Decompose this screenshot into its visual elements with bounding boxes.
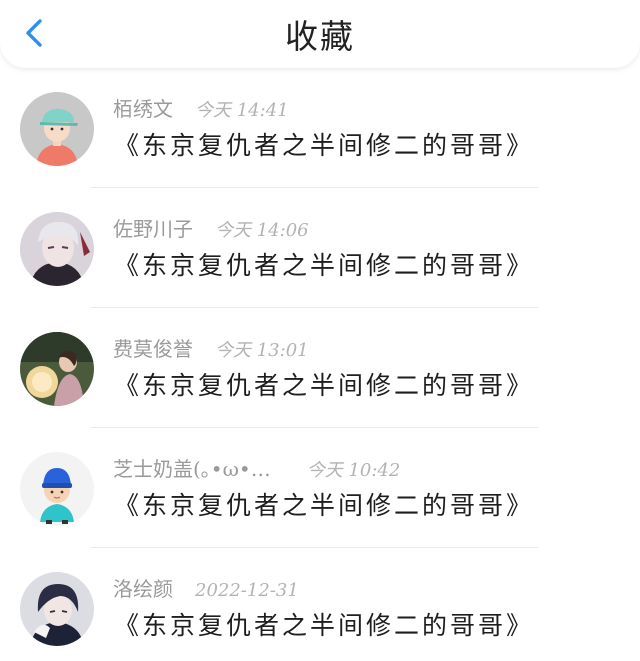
avatar[interactable] [20,572,94,646]
avatar-cartoon-cap-image [20,92,94,166]
book-title[interactable]: 《东京复仇者之半间修二的哥哥》 [114,246,534,282]
avatar[interactable] [20,212,94,286]
user-name[interactable]: 栢绣文 [113,93,173,122]
book-title[interactable]: 《东京复仇者之半间修二的哥哥》 [114,606,534,642]
timestamp: 今天 10:42 [306,460,401,481]
timestamp: 今天 13:01 [215,340,309,361]
item-meta: 佐野川子 今天 14:06 [113,213,309,242]
user-name[interactable]: 佐野川子 [113,213,193,242]
top-bar: 收藏 [0,0,640,68]
book-title[interactable]: 《东京复仇者之半间修二的哥哥》 [114,126,534,162]
timestamp: 2022-12-31 [195,580,299,601]
avatar-anime-white-hair-image [20,212,94,286]
timestamp: 今天 14:06 [215,220,309,241]
avatar-photo-lantern-image [20,332,94,406]
list-item[interactable]: 佐野川子 今天 14:06 《东京复仇者之半间修二的哥哥》 [0,188,640,308]
user-name[interactable]: 费莫俊誉 [113,333,193,362]
avatar-anime-dark-hair-image [20,572,94,646]
avatar[interactable] [20,92,94,166]
list-item[interactable]: 芝士奶盖(｡•ω•… 今天 10:42 《东京复仇者之半间修二的哥哥》 [0,428,640,548]
book-title[interactable]: 《东京复仇者之半间修二的哥哥》 [114,366,534,402]
favorites-page: 收藏 栢绣文 今天 14:41 《东京复仇者之半间修二的哥哥》 佐野川子 今天 … [0,0,640,661]
user-name[interactable]: 洛绘颜 [113,573,173,602]
item-meta: 芝士奶盖(｡•ω•… 今天 10:42 [113,453,400,482]
avatar[interactable] [20,332,94,406]
page-title: 收藏 [285,17,355,56]
user-name[interactable]: 芝士奶盖(｡•ω•… [113,453,271,482]
book-title[interactable]: 《东京复仇者之半间修二的哥哥》 [114,486,534,522]
timestamp: 今天 14:41 [195,100,289,121]
item-meta: 费莫俊誉 今天 13:01 [113,333,309,362]
list-item[interactable]: 费莫俊誉 今天 13:01 《东京复仇者之半间修二的哥哥》 [0,308,640,428]
list-item[interactable]: 栢绣文 今天 14:41 《东京复仇者之半间修二的哥哥》 [0,68,640,188]
avatar[interactable] [20,452,94,526]
avatar-cartoon-boy-beanie-image [20,452,94,526]
item-meta: 洛绘颜 2022-12-31 [113,573,299,602]
list-item[interactable]: 洛绘颜 2022-12-31 《东京复仇者之半间修二的哥哥》 [0,548,640,661]
item-meta: 栢绣文 今天 14:41 [113,93,289,122]
